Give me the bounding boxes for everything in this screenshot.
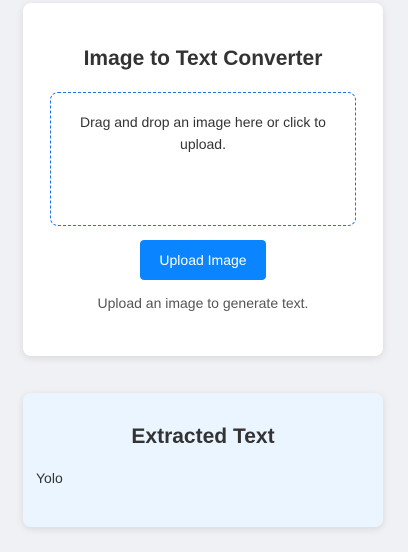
page-title: Image to Text Converter xyxy=(83,47,323,70)
extracted-text-title: Extracted Text xyxy=(131,425,275,448)
status-text: Upload an image to generate text. xyxy=(97,295,309,311)
extracted-text-content: Yolo xyxy=(36,470,63,486)
extracted-text-card: Extracted Text Yolo xyxy=(23,393,383,527)
dropzone-text: Drag and drop an image here or click to … xyxy=(80,114,326,152)
upload-card: Image to Text Converter Drag and drop an… xyxy=(23,3,383,356)
image-dropzone[interactable]: Drag and drop an image here or click to … xyxy=(50,92,356,226)
upload-image-button[interactable]: Upload Image xyxy=(140,240,266,280)
